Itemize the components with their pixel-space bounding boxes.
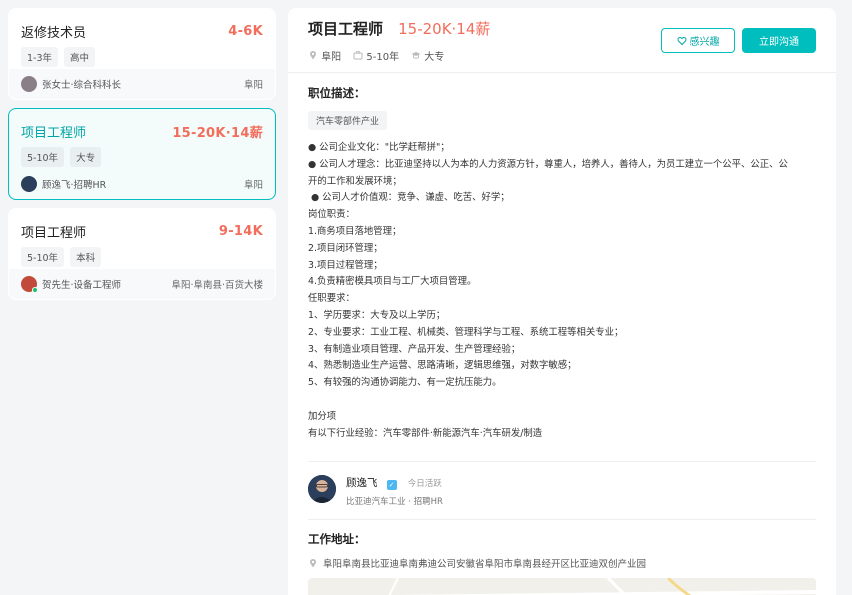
location-pin-icon — [310, 559, 316, 568]
divider — [288, 72, 836, 73]
avatar — [21, 176, 37, 192]
tag-experience: 5-10年 — [21, 147, 65, 167]
contact-name: 贺先生·设备工程师 — [42, 280, 122, 291]
job-card-salary: 4-6K — [228, 23, 263, 39]
job-title: 项目工程师 — [308, 20, 384, 38]
desc-line: 2、专业要求：工业工程、机械类、管理科学与工程、系统工程等相关专业； — [308, 326, 624, 338]
tag-education: 高中 — [64, 47, 96, 67]
desc-line: 岗位职责： — [308, 209, 355, 221]
desc-line: ● 公司人才价值观：竞争、谦虚、吃苦、好学； — [308, 192, 510, 204]
online-dot — [32, 287, 38, 293]
desc-line: 开的工作和发展环境； — [308, 175, 402, 187]
desc-line: 4.负责精密模具项目与工厂大项目管理。 — [308, 276, 477, 288]
industry-tag: 汽车零部件产业 — [308, 111, 388, 130]
chat-now-button[interactable]: 立即沟通 — [742, 28, 816, 53]
map-roads — [388, 578, 816, 595]
desc-line: 5、有较强的沟通协调能力、有一定抗压能力。 — [308, 377, 502, 389]
desc-line: 1、学历要求：大专及以上学历； — [308, 309, 446, 321]
desc-line: 加分项 — [308, 410, 337, 422]
desc-line: 有以下行业经验：汽车零部件·新能源汽车·汽车研发/制造 — [308, 427, 543, 439]
recruiter-name: 顾逸飞 — [346, 477, 378, 489]
desc-line: 2.项目闭环管理； — [308, 242, 383, 254]
avatar — [21, 276, 38, 293]
desc-line: 3、有制造业项目管理、产品开发、生产管理经验； — [308, 343, 521, 355]
desc-line: 3.项目过程管理； — [308, 259, 383, 271]
job-card-title: 项目工程师 — [21, 225, 87, 241]
job-card-selected[interactable]: 项目工程师 15-20K·14薪 5-10年 大专 顾逸飞·招聘HR 阜阳 — [8, 108, 276, 200]
meta-experience: 5-10年 — [353, 48, 399, 63]
desc-line: 1.商务项目落地管理； — [308, 225, 402, 237]
job-card[interactable]: 项目工程师 9-14K 5-10年 本科 贺先生·设备工程师 阜阳·阜南县·百货… — [8, 208, 276, 300]
job-card-location: 阜阳 — [243, 180, 263, 191]
meta-city: 阜阳 — [308, 48, 341, 63]
contact-name: 张女士·综合科科长 — [42, 80, 122, 91]
work-address: 阜阳阜南县比亚迪阜南弗迪公司安徽省阜阳市阜南县经开区比亚迪双创产业园 — [308, 556, 646, 570]
avatar — [21, 76, 37, 92]
verified-icon: ✓ — [386, 480, 397, 490]
job-card-title: 返修技术员 — [21, 25, 87, 41]
desc-line: ● 公司企业文化："比学赶帮拼"； — [308, 142, 450, 153]
interest-button[interactable]: 感兴趣 — [661, 28, 735, 53]
desc-line: 4、熟悉制造业生产运营、思路清晰，逻辑思维强，对数字敏感； — [308, 360, 577, 372]
briefcase-icon — [353, 51, 363, 60]
job-description: ● 公司企业文化："比学赶帮拼"； ● 公司人才理念：比亚迪坚持以人为本的人力资… — [308, 140, 818, 442]
meta-education: 大专 — [411, 48, 444, 63]
recruiter-avatar — [308, 475, 336, 503]
section-title-description: 职位描述： — [308, 86, 366, 100]
recruiter-company: 比亚迪汽车工业 · 招聘HR — [346, 497, 443, 507]
section-title-address: 工作地址： — [308, 532, 366, 546]
tag-experience: 1-3年 — [21, 47, 59, 67]
desc-line: ● 公司人才理念：比亚迪坚持以人为本的人力资源方针，尊重人，培养人，善待人，为员… — [308, 158, 788, 170]
job-card-salary: 9-14K — [218, 223, 263, 239]
desc-line: 任职要求： — [308, 293, 355, 305]
heart-icon — [677, 36, 686, 45]
person-icon — [308, 475, 336, 503]
job-detail-panel: 项目工程师 15-20K·14薪 阜阳 5-10年 大专 感兴趣 立即沟通 职位… — [288, 8, 836, 595]
job-list: 返修技术员 4-6K 1-3年 高中 张女士·综合科科长 阜阳 项目工程师 15… — [0, 0, 283, 595]
desc-line — [308, 392, 818, 409]
recruiter-status: 今日活跃 — [407, 479, 442, 489]
tag-education: 本科 — [70, 247, 102, 267]
divider — [308, 461, 816, 462]
job-card-location: 阜阳 — [243, 80, 263, 91]
graduation-cap-icon — [411, 52, 421, 59]
job-salary: 15-20K·14薪 — [398, 20, 491, 38]
location-pin-icon — [310, 51, 316, 60]
job-card[interactable]: 返修技术员 4-6K 1-3年 高中 张女士·综合科科长 阜阳 — [8, 8, 276, 100]
job-card-title: 项目工程师 — [21, 125, 87, 141]
job-card-salary: 15-20K·14薪 — [172, 125, 263, 141]
recruiter-card[interactable]: 顾逸飞 ✓ 今日活跃 比亚迪汽车工业 · 招聘HR — [308, 471, 443, 507]
tag-experience: 5-10年 — [21, 247, 65, 267]
divider — [308, 519, 816, 520]
job-card-location: 阜阳·阜南县·百货大楼 — [171, 280, 263, 291]
tag-education: 大专 — [70, 147, 102, 167]
map-preview[interactable] — [308, 578, 816, 595]
contact-name: 顾逸飞·招聘HR — [42, 180, 107, 191]
